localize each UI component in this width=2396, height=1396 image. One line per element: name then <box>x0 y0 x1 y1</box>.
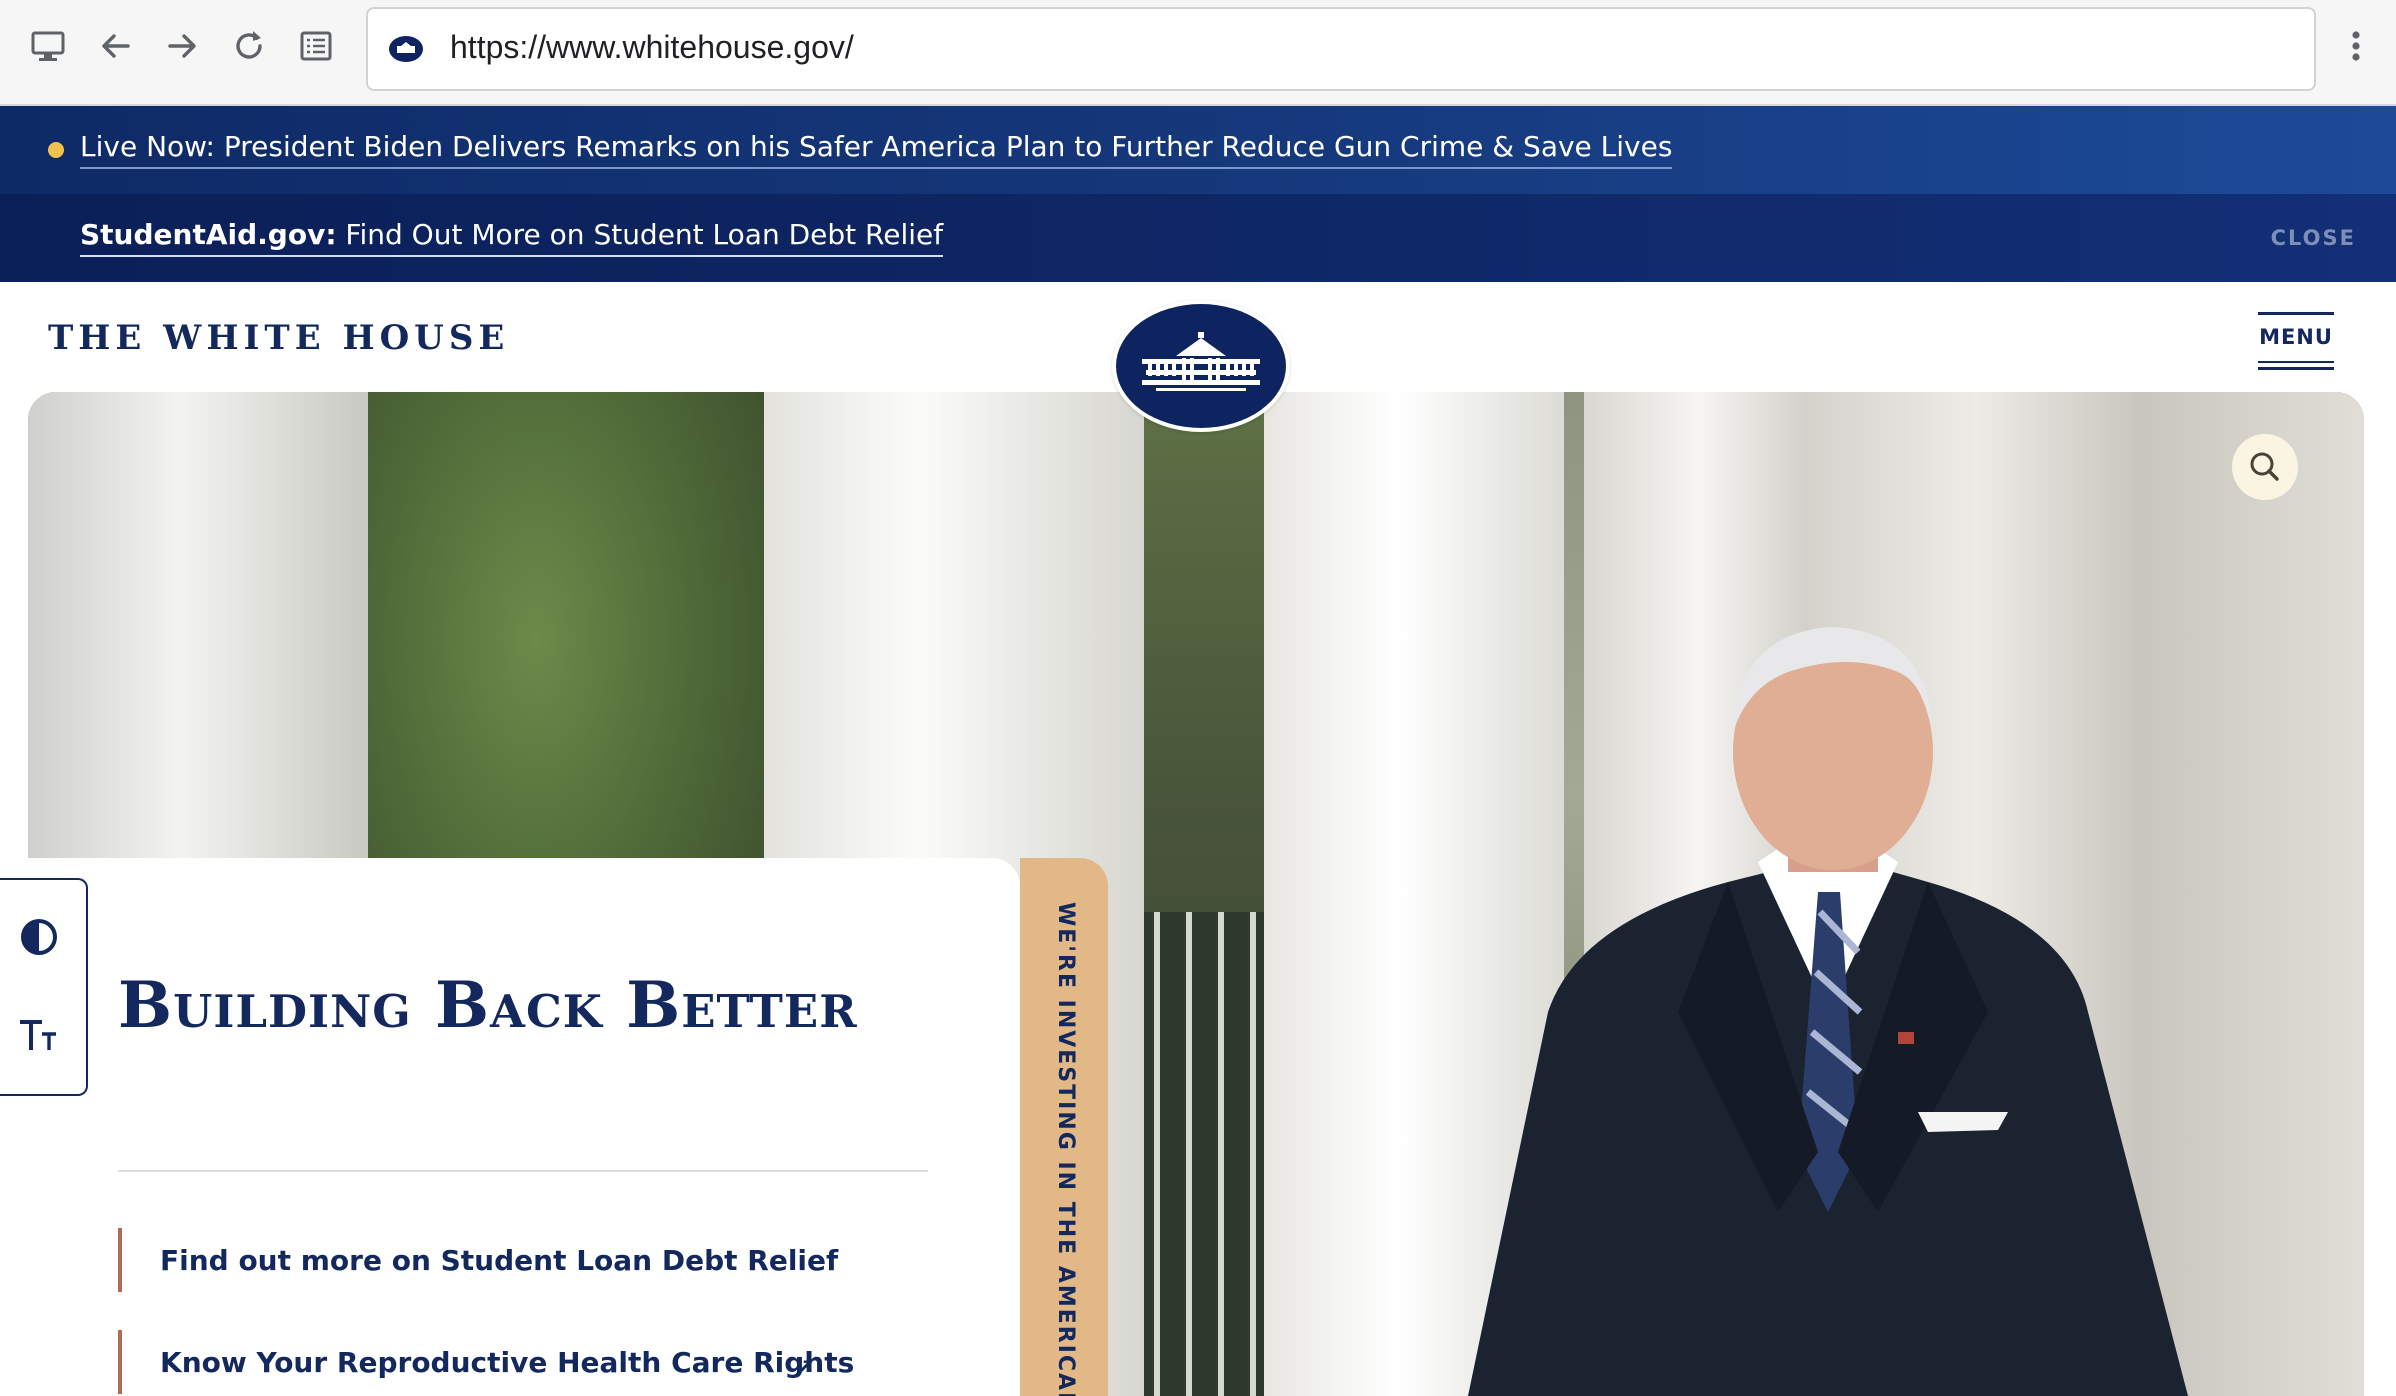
student-aid-alert-bar: StudentAid.gov: Find Out More on Student… <box>0 194 2396 282</box>
hero-divider <box>118 1170 928 1172</box>
student-aid-prefix: StudentAid.gov: <box>80 218 337 251</box>
live-indicator-dot <box>48 142 64 158</box>
student-loan-relief-link[interactable]: Find out more on Student Loan Debt Relie… <box>118 1228 838 1292</box>
hero-card <box>0 858 1020 1396</box>
student-aid-link-label: Find Out More on Student Loan Debt Relie… <box>336 218 944 251</box>
address-bar[interactable]: https://www.whitehouse.gov/ <box>366 7 2316 91</box>
favicon-icon <box>388 31 424 67</box>
close-alert-button[interactable]: CLOSE <box>2271 226 2356 250</box>
forward-arrow-icon[interactable] <box>162 26 202 66</box>
white-house-seal-logo[interactable] <box>1112 300 1290 432</box>
contrast-icon[interactable] <box>14 912 64 962</box>
back-arrow-icon[interactable] <box>96 26 136 66</box>
menu-label: MENU <box>2259 325 2333 349</box>
kebab-menu-icon[interactable] <box>2336 26 2376 66</box>
search-icon <box>2250 452 2279 481</box>
text-size-icon[interactable] <box>14 1010 64 1060</box>
reproductive-rights-label: Know Your Reproductive Health Care Right… <box>160 1346 855 1379</box>
live-alert-bar: Live Now: President Biden Delivers Remar… <box>0 106 2396 194</box>
live-now-link[interactable]: Live Now: President Biden Delivers Remar… <box>80 130 1673 169</box>
vertical-tagline-strip: WE'RE INVESTING IN THE AMERICAN PE <box>1020 858 1108 1396</box>
browser-toolbar: https://www.whitehouse.gov/ <box>0 0 2396 106</box>
accessibility-toolbar <box>0 878 88 1096</box>
vertical-tagline: WE'RE INVESTING IN THE AMERICAN PE <box>1053 902 1078 1396</box>
external-link-icon: ↗ <box>794 1354 815 1382</box>
site-title[interactable]: THE WHITE HOUSE <box>48 318 509 358</box>
url-text[interactable]: https://www.whitehouse.gov/ <box>450 29 854 66</box>
menu-button[interactable]: MENU <box>2258 312 2334 370</box>
monitor-icon[interactable] <box>28 26 68 66</box>
student-loan-relief-label: Find out more on Student Loan Debt Relie… <box>160 1244 839 1277</box>
reproductive-rights-link[interactable]: Know Your Reproductive Health Care Right… <box>118 1330 854 1394</box>
reader-mode-icon[interactable] <box>296 26 336 66</box>
president-portrait <box>1468 627 2188 1396</box>
student-aid-link[interactable]: StudentAid.gov: Find Out More on Student… <box>80 218 944 257</box>
reload-icon[interactable] <box>229 26 269 66</box>
hero-heading: Building Back Better <box>118 968 858 1043</box>
search-button[interactable] <box>2232 434 2298 500</box>
